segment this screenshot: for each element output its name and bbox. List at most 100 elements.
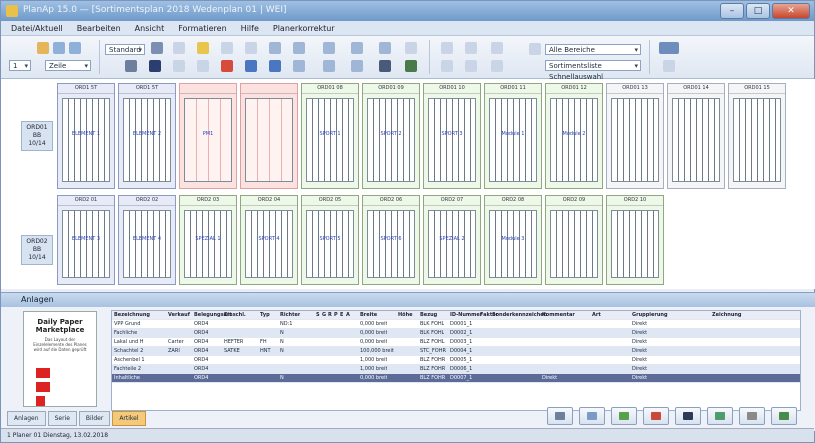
column-header[interactable]: Sonderkennzeichen [492,311,547,319]
shelf-module[interactable]: ORD2 06 SPORT 6 [362,195,420,285]
table-row[interactable]: Lakal und H Carter ORD4 HEFTER FH N 0,000 brei… [112,338,800,347]
delete-icon[interactable] [221,60,233,72]
shelf-module[interactable] [240,83,298,189]
info-icon[interactable] [405,42,417,54]
maximize-button[interactable]: □ [746,3,770,19]
column-header[interactable]: ID-Nummer [450,311,482,319]
tab-artikel[interactable]: Artikel [112,411,146,426]
align-icon[interactable] [323,60,335,72]
table-row[interactable]: Schachtel 2 ZARI ORD4 SATKE HNT N 100,000 brei… [112,347,800,356]
tab-anlagen[interactable]: Anlagen [7,411,46,426]
export-button[interactable] [707,407,733,425]
help-button[interactable] [643,407,669,425]
table-icon[interactable] [269,60,281,72]
column-header[interactable]: G [322,311,326,319]
rotate-icon[interactable] [491,42,503,54]
shelf-module[interactable]: ORD1 5T ELEMENT 1 [57,83,115,189]
shelf-module[interactable]: ORD01 13 [606,83,664,189]
shelf-module[interactable]: ORD01 15 [728,83,786,189]
zoom-combo[interactable]: Zeile [45,60,91,72]
pencil-icon[interactable] [491,60,503,72]
column-header[interactable]: Art [592,311,601,319]
shelf-module[interactable]: ORD2 08 Module 3 [484,195,542,285]
zoom-in-icon[interactable] [53,42,65,54]
shelf-module[interactable]: ORD2 09 [545,195,603,285]
filter-icon[interactable] [529,43,541,55]
shelf-module[interactable]: ORD2 10 [606,195,664,285]
save-icon[interactable] [125,60,137,72]
redo-icon[interactable] [465,60,477,72]
down-icon[interactable] [245,60,257,72]
column-header[interactable]: Bezug [420,311,437,319]
search-button[interactable] [579,407,605,425]
zoom-out-icon[interactable] [69,42,81,54]
shelf-module[interactable]: ORD01 11 Module 1 [484,83,542,189]
column-header[interactable]: Typ [260,311,270,319]
table-row[interactable]: VPP Grund ORD4 ND:1 0,000 breit BLK FOHL D000… [112,320,800,329]
shelf-module[interactable]: ORD2 02 ELEMENT 4 [118,195,176,285]
shelf-module[interactable]: ORD01 14 [667,83,725,189]
minimize-button[interactable]: – [720,3,744,19]
add-button[interactable] [611,407,637,425]
next-button[interactable] [771,407,797,425]
tool-icon[interactable] [173,42,185,54]
shelf-module[interactable]: ORD2 01 ELEMENT 3 [57,195,115,285]
menu-item[interactable]: Planerkorrektur [273,24,335,33]
column-header[interactable]: S [316,311,320,319]
link-icon[interactable] [197,60,209,72]
edit-button[interactable] [739,407,765,425]
shelf-module[interactable]: ORD01 12 Module 2 [545,83,603,189]
chart-icon[interactable] [351,42,363,54]
column-header[interactable]: Zeichnung [712,311,742,319]
table-row[interactable]: Fachliche ORD4 N 0,000 breit BLK FOHL D0002_1… [112,329,800,338]
menu-item[interactable]: Bearbeiten [77,24,121,33]
shelf-module[interactable]: ORD1 5T ELEMENT 2 [118,83,176,189]
copy-icon[interactable] [221,42,233,54]
column-header[interactable]: Kommentar [542,311,575,319]
shelf-module[interactable]: ORD01 10 SPORT 3 [423,83,481,189]
column-header[interactable]: Richter [280,311,300,319]
shelf-module[interactable]: ORD2 07 SPEZIAL 2 [423,195,481,285]
frame-icon[interactable] [269,42,281,54]
undo-icon[interactable] [441,60,453,72]
shelf-module[interactable]: ORD01 09 SPORT 2 [362,83,420,189]
edit-icon[interactable] [173,60,185,72]
column-header[interactable]: Verkauf [168,311,190,319]
column-header[interactable]: A [346,311,350,319]
shelf-module[interactable]: ORD01 08 SPORT 1 [301,83,359,189]
menu-item[interactable]: Ansicht [135,24,165,33]
print-button[interactable] [675,407,701,425]
column-header[interactable]: Einschl. [224,311,246,319]
page-combo[interactable]: 1 [9,60,31,72]
grid-icon[interactable] [323,42,335,54]
column-header[interactable]: Breite [360,311,377,319]
column-header[interactable]: Gruppierung [632,311,668,319]
split-icon[interactable] [351,60,363,72]
tab-bilder[interactable]: Bilder [78,411,111,426]
settings-icon[interactable] [663,60,675,72]
document-thumbnail[interactable]: Daily Paper Marketplace Das Layout der E… [23,311,97,407]
shelf-module[interactable]: PM1 [179,83,237,189]
shelf-icon[interactable] [293,42,305,54]
window-icon[interactable] [659,42,679,54]
folder-icon[interactable] [37,42,49,54]
menu-item[interactable]: Datei/Aktuell [11,24,63,33]
sortiment-combo[interactable]: Sortimentsliste Schnellauswahl [545,60,641,81]
paste-icon[interactable] [245,42,257,54]
arrow-left-icon[interactable] [441,42,453,54]
more-icon[interactable] [405,60,417,72]
close-button[interactable]: ✕ [772,3,810,19]
star-icon[interactable] [197,42,209,54]
column-header[interactable]: R [328,311,332,319]
car-icon[interactable] [149,60,161,72]
shelf-module[interactable]: ORD2 05 SPORT 5 [301,195,359,285]
column-header[interactable]: Bezeichnung [114,311,150,319]
layout-icon[interactable] [379,42,391,54]
attachments-table[interactable]: Bezeichnung Verkauf Belegungsart Einschl. Ty… [111,310,801,411]
print-icon[interactable] [151,42,163,54]
table-row[interactable]: Aschenbel 1 ORD4 1,000 breit BLZ FOHR D0005_… [112,356,800,365]
column-header[interactable]: P [334,311,338,319]
tab-serie[interactable]: Serie [47,411,77,426]
arrow-right-icon[interactable] [465,42,477,54]
save-button[interactable] [547,407,573,425]
